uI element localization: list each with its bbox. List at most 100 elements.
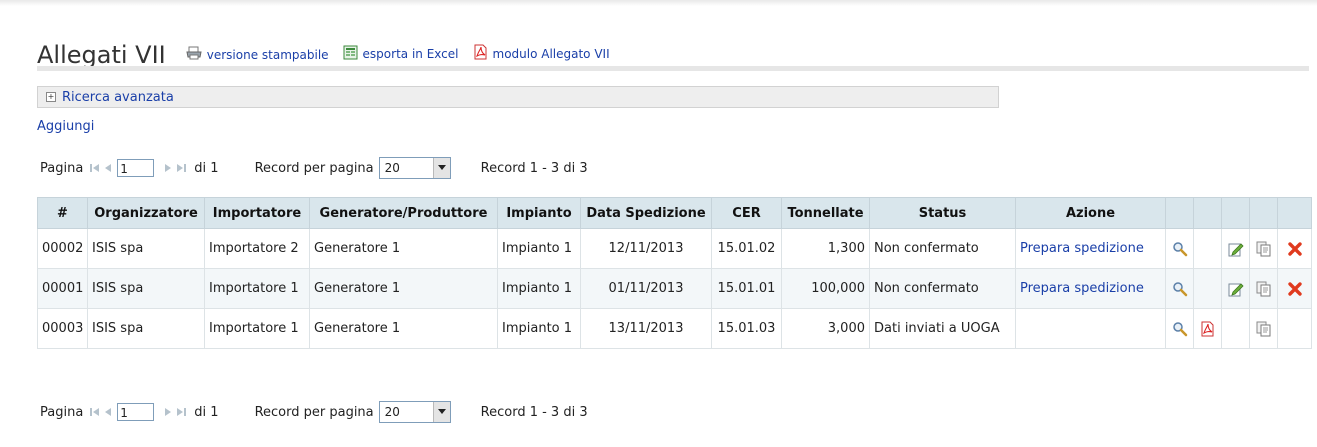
add-link[interactable]: Aggiungi <box>37 119 94 134</box>
view-icon[interactable] <box>1170 281 1189 297</box>
record-count: Record 1 - 3 di 3 <box>480 404 588 420</box>
cell-action-icon <box>1221 228 1250 269</box>
cell-cer: 15.01.01 <box>711 268 782 309</box>
col-header-status[interactable]: Status <box>869 197 1016 229</box>
chevron-down-icon <box>432 158 450 178</box>
first-page-icon[interactable] <box>89 162 101 174</box>
pdf-icon[interactable] <box>1198 321 1217 337</box>
page-number-input[interactable]: 1 <box>117 403 155 421</box>
delete-icon[interactable] <box>1282 281 1307 297</box>
cell-data-spedizione: 01/11/2013 <box>580 268 712 309</box>
cell-generatore: Generatore 1 <box>309 228 498 269</box>
col-header-cer[interactable]: CER <box>711 197 782 229</box>
cell-azione: Prepara spedizione <box>1015 268 1166 309</box>
cell-action-icon <box>1277 228 1312 269</box>
copy-icon[interactable] <box>1254 321 1273 337</box>
per-page-label: Record per pagina <box>254 160 374 176</box>
edit-icon[interactable] <box>1226 241 1245 257</box>
export-excel-link[interactable]: esporta in Excel <box>343 45 459 63</box>
page-label: Pagina <box>40 160 84 176</box>
next-page-icon[interactable] <box>162 162 174 174</box>
table-row: 00002 ISIS spa Importatore 2 Generatore 1 Im… <box>37 228 1312 269</box>
copy-icon[interactable] <box>1254 281 1273 297</box>
printer-icon <box>186 46 202 63</box>
printable-version-link[interactable]: versione stampabile <box>186 46 329 63</box>
excel-icon <box>343 45 358 63</box>
cell-action-icon <box>1165 228 1194 269</box>
col-header-generatore[interactable]: Generatore/Produttore <box>309 197 498 229</box>
cell-action-icon <box>1277 268 1312 309</box>
col-header-icon <box>1249 197 1278 229</box>
cell-data-spedizione: 13/11/2013 <box>580 308 712 349</box>
printable-version-label: versione stampabile <box>206 47 329 62</box>
col-header-impianto[interactable]: Impianto <box>497 197 581 229</box>
view-icon[interactable] <box>1170 241 1189 257</box>
col-header-icon <box>1193 197 1222 229</box>
col-header-icon <box>1221 197 1250 229</box>
cell-azione <box>1015 308 1166 349</box>
page-count: di 1 <box>194 160 219 176</box>
prev-page-icon[interactable] <box>102 406 114 418</box>
cell-action-icon <box>1249 308 1278 349</box>
per-page-select[interactable]: 20 <box>378 157 451 179</box>
last-page-icon[interactable] <box>175 406 187 418</box>
col-header-icon <box>1165 197 1194 229</box>
last-page-icon[interactable] <box>175 162 187 174</box>
cell-organizzatore: ISIS spa <box>87 268 205 309</box>
cell-azione: Prepara spedizione <box>1015 228 1166 269</box>
cell-tonnellate: 3,000 <box>781 308 870 349</box>
allegato-form-label: modulo Allegato VII <box>492 46 610 61</box>
per-page-select[interactable]: 20 <box>378 401 451 423</box>
prepare-shipment-link[interactable]: Prepara spedizione <box>1020 281 1144 296</box>
cell-organizzatore: ISIS spa <box>87 308 205 349</box>
cell-impianto: Impianto 1 <box>497 228 581 269</box>
page: Allegati VII versione stampabile esporta… <box>0 0 1317 447</box>
cell-action-icon <box>1221 308 1250 349</box>
col-header-organizzatore[interactable]: Organizzatore <box>87 197 205 229</box>
prepare-shipment-link[interactable]: Prepara spedizione <box>1020 241 1144 256</box>
cell-impianto: Impianto 1 <box>497 308 581 349</box>
title-divider <box>37 66 1309 71</box>
view-icon[interactable] <box>1170 321 1189 337</box>
per-page-value: 20 <box>384 161 400 175</box>
col-header-azione: Azione <box>1015 197 1166 229</box>
first-page-icon[interactable] <box>89 406 101 418</box>
top-shadow <box>0 0 1317 6</box>
col-header-icon <box>1277 197 1312 229</box>
cell-status: Non confermato <box>869 228 1016 269</box>
cell-tonnellate: 100,000 <box>781 268 870 309</box>
cell-action-icon <box>1193 268 1222 309</box>
page-number-input[interactable]: 1 <box>117 159 155 177</box>
cell-action-icon <box>1249 228 1278 269</box>
cell-id: 00001 <box>37 268 88 309</box>
col-header-id[interactable]: # <box>37 197 88 229</box>
cell-status: Non confermato <box>869 268 1016 309</box>
cell-action-icon <box>1193 308 1222 349</box>
next-page-icon[interactable] <box>162 406 174 418</box>
cell-action-icon <box>1165 308 1194 349</box>
col-header-tonnellate[interactable]: Tonnellate <box>781 197 870 229</box>
cell-organizzatore: ISIS spa <box>87 228 205 269</box>
edit-icon[interactable] <box>1226 281 1245 297</box>
cell-generatore: Generatore 1 <box>309 268 498 309</box>
cell-action-icon <box>1277 308 1312 349</box>
cell-status: Dati inviati a UOGA <box>869 308 1016 349</box>
allegato-form-link[interactable]: modulo Allegato VII <box>473 44 610 63</box>
cell-importatore: Importatore 1 <box>204 308 310 349</box>
cell-tonnellate: 1,300 <box>781 228 870 269</box>
table-header: # Organizzatore Importatore Generatore/P… <box>37 197 1312 229</box>
cell-id: 00002 <box>37 228 88 269</box>
advanced-search-toggle[interactable]: + Ricerca avanzata <box>37 86 999 108</box>
prev-page-icon[interactable] <box>102 162 114 174</box>
pdf-icon <box>473 44 488 63</box>
export-excel-label: esporta in Excel <box>362 47 459 61</box>
copy-icon[interactable] <box>1254 241 1273 257</box>
cell-impianto: Impianto 1 <box>497 268 581 309</box>
cell-importatore: Importatore 1 <box>204 268 310 309</box>
record-count: Record 1 - 3 di 3 <box>480 160 588 176</box>
col-header-importatore[interactable]: Importatore <box>204 197 310 229</box>
delete-icon[interactable] <box>1282 241 1307 257</box>
page-label: Pagina <box>40 404 84 420</box>
page-count: di 1 <box>194 404 219 420</box>
col-header-data-spedizione[interactable]: Data Spedizione <box>580 197 712 229</box>
